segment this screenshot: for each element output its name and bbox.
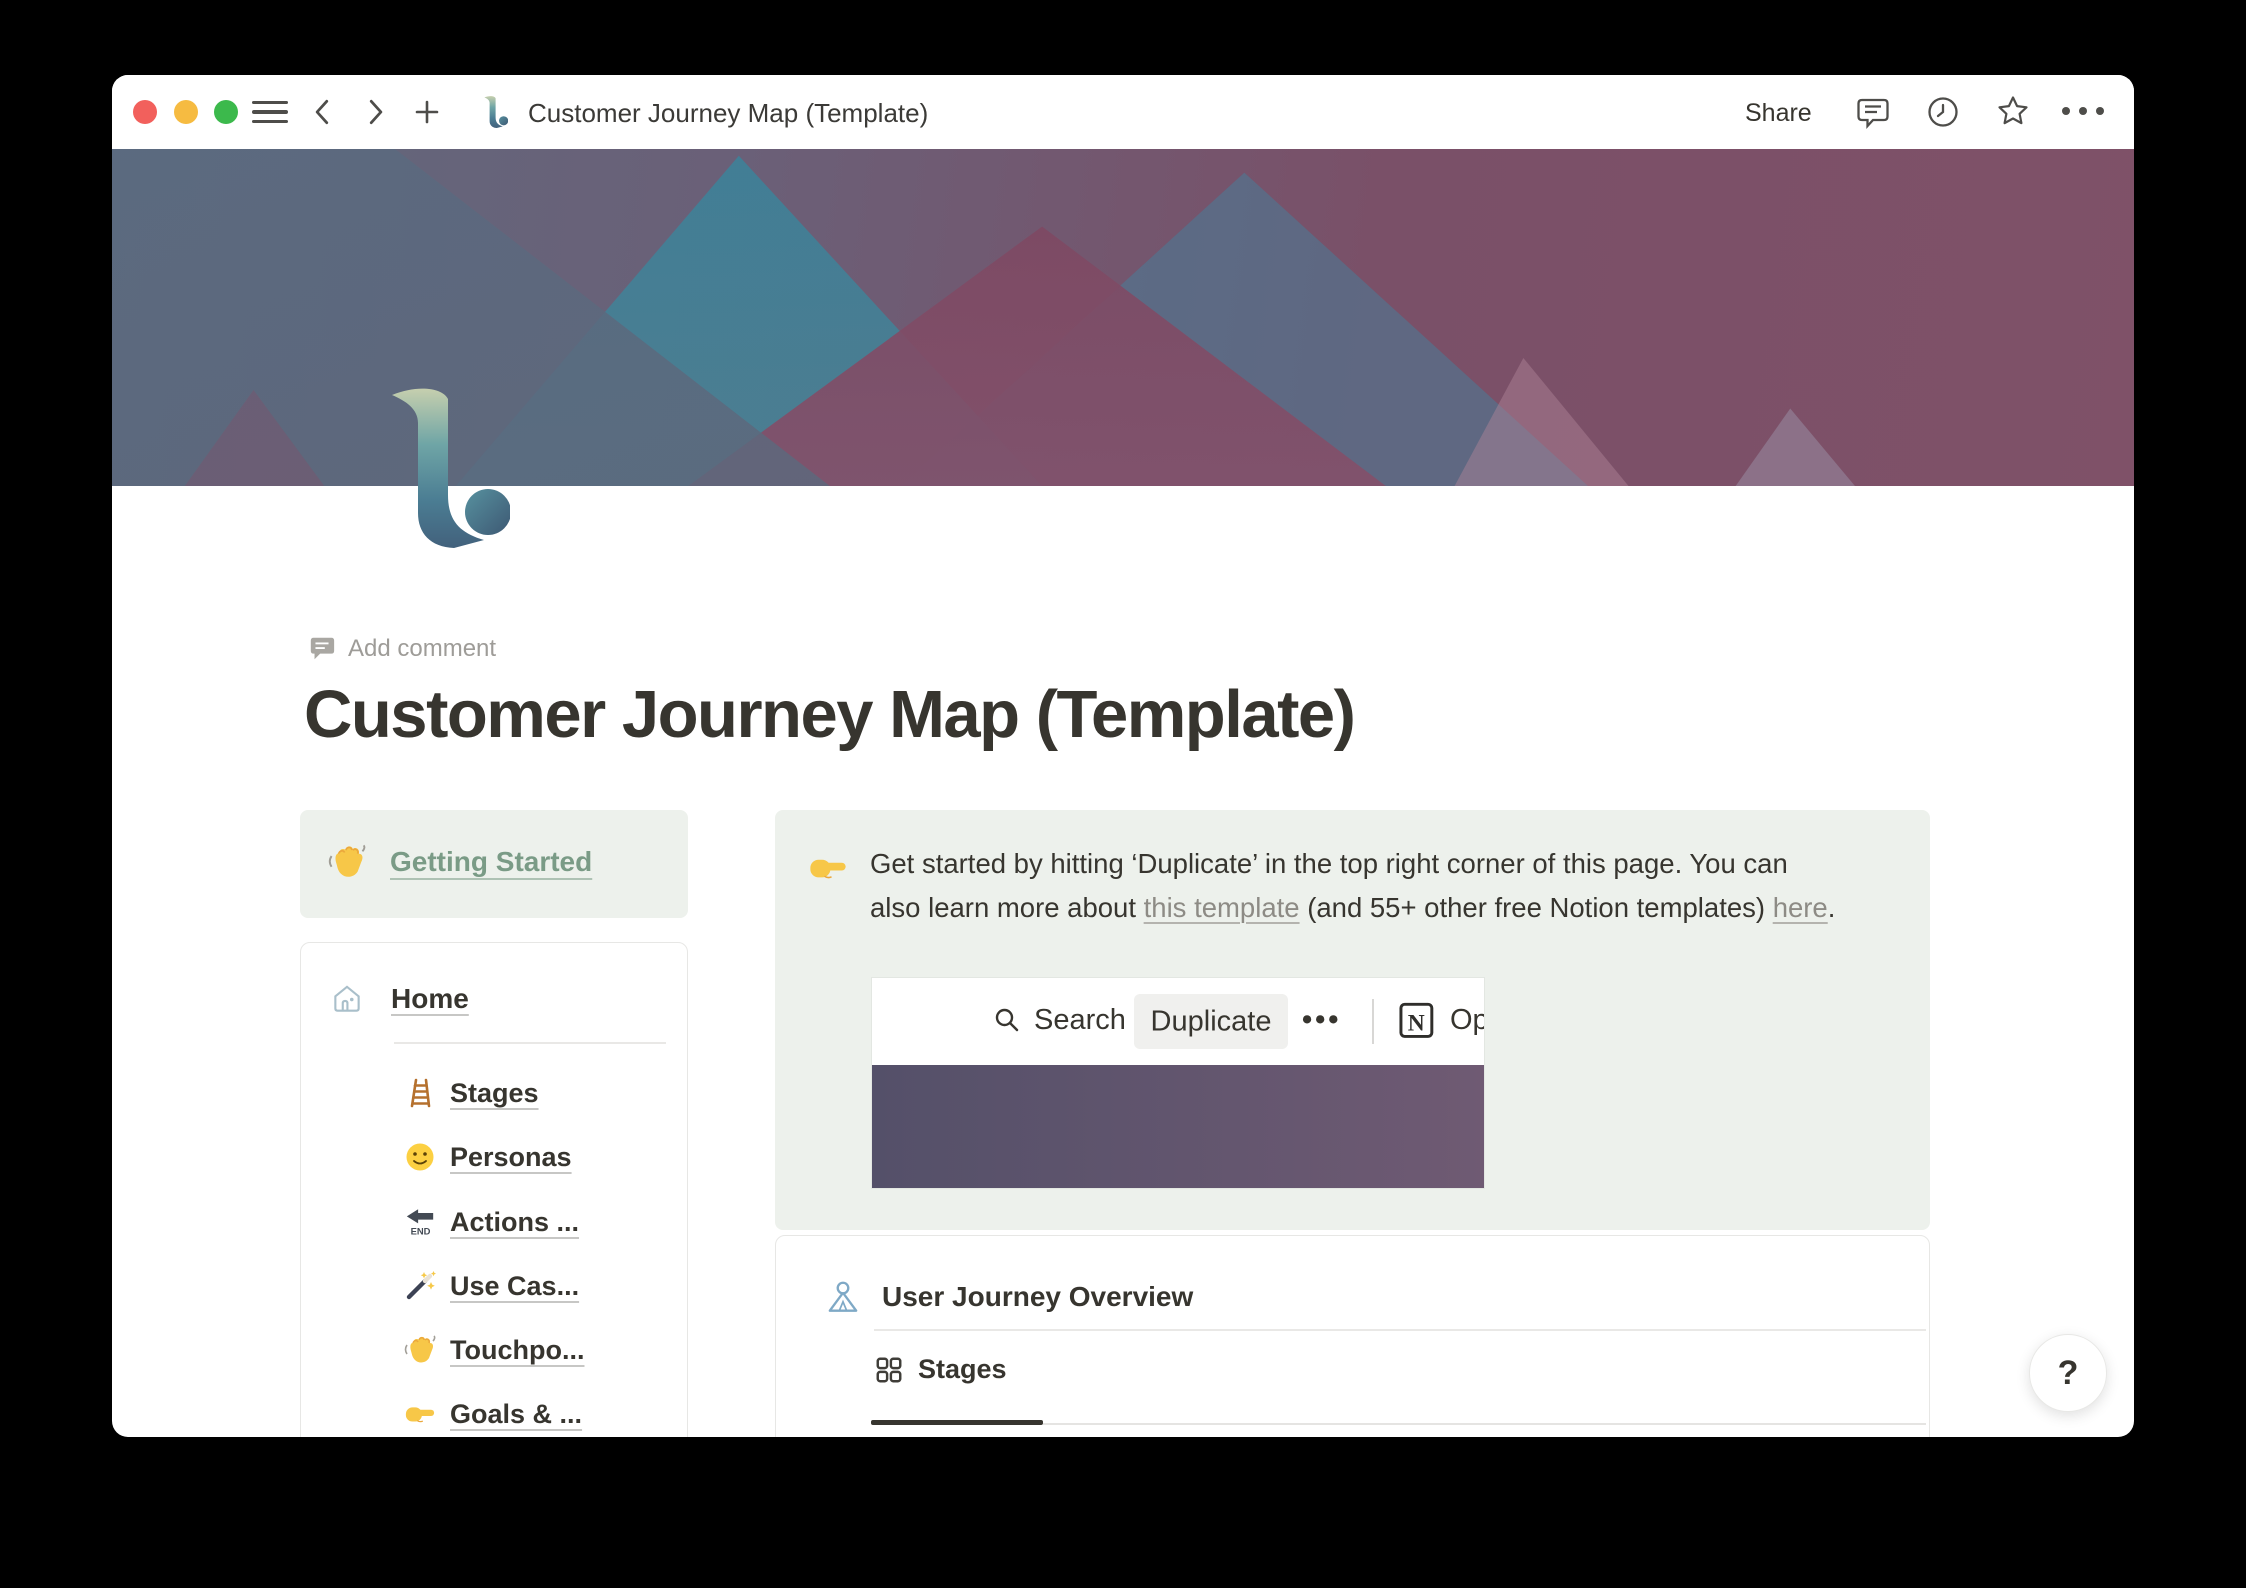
back-icon[interactable] bbox=[308, 97, 338, 127]
divider bbox=[394, 1042, 666, 1044]
search-icon bbox=[995, 1008, 1019, 1032]
ladder-emoji-icon bbox=[410, 1078, 431, 1108]
callout-line2-end: . bbox=[1827, 892, 1836, 923]
tab-stages-label: Stages bbox=[918, 1354, 1007, 1384]
page-icon-logo bbox=[484, 96, 508, 128]
divider bbox=[1372, 999, 1374, 1044]
callout-line2-middle: (and 55+ other free Notion templates) bbox=[1299, 892, 1773, 923]
updates-clock-icon[interactable] bbox=[1926, 95, 1960, 129]
embed-toolbar-image: Search Duplicate ••• N Op bbox=[872, 978, 1484, 1065]
page-link-actions[interactable]: END Actions ... bbox=[404, 1202, 579, 1242]
traffic-light-zoom[interactable] bbox=[214, 100, 238, 124]
sidebar-toggle-icon[interactable] bbox=[252, 101, 288, 123]
page-link-stages[interactable]: Stages bbox=[404, 1073, 539, 1113]
divider bbox=[874, 1329, 1926, 1331]
screenshot-embed[interactable]: Search Duplicate ••• N Op bbox=[872, 978, 1484, 1188]
page-link-goals[interactable]: Goals & ... bbox=[404, 1394, 582, 1434]
home-link-row[interactable]: Home bbox=[329, 981, 469, 1017]
link-this-template[interactable]: this template bbox=[1144, 892, 1300, 923]
embed-search-label: Search bbox=[1034, 1004, 1126, 1036]
wave-emoji-icon bbox=[328, 844, 366, 877]
smiley-emoji-icon bbox=[406, 1143, 434, 1171]
embed-open-label: Op bbox=[1450, 1004, 1484, 1036]
embed-cover-image bbox=[872, 1065, 1484, 1188]
page-link-label: Actions ... bbox=[450, 1206, 580, 1237]
overview-header[interactable]: User Journey Overview bbox=[824, 1278, 1193, 1316]
instruction-callout: Get started by hitting ‘Duplicate’ in th… bbox=[775, 810, 1930, 1230]
tab-bar-line bbox=[1043, 1423, 1926, 1425]
more-options-icon[interactable] bbox=[2062, 107, 2106, 117]
embed-duplicate-label: Duplicate bbox=[1150, 1005, 1272, 1037]
callout-line1: Get started by hitting ‘Duplicate’ in th… bbox=[870, 848, 1788, 879]
getting-started-callout: Getting Started bbox=[300, 810, 688, 918]
page-link-label: Use Cas... bbox=[450, 1270, 580, 1301]
titlebar: Customer Journey Map (Template) Share bbox=[112, 75, 2134, 149]
gallery-grid-icon bbox=[876, 1357, 902, 1382]
page-link-touchpoints[interactable]: Touchpo... bbox=[404, 1330, 584, 1370]
window-title: Customer Journey Map (Template) bbox=[528, 98, 929, 128]
share-button[interactable]: Share bbox=[1745, 98, 1812, 128]
overview-title: User Journey Overview bbox=[882, 1281, 1194, 1312]
home-card: Home Stages Personas END Actions ... Use… bbox=[300, 942, 688, 1437]
embed-duplicate-button: Duplicate bbox=[1134, 994, 1288, 1049]
link-here[interactable]: here bbox=[1773, 892, 1828, 923]
help-button[interactable]: ? bbox=[2029, 1334, 2107, 1412]
page-link-label: Stages bbox=[450, 1077, 539, 1108]
embed-more-dots: ••• bbox=[1302, 1004, 1342, 1036]
home-link-label: Home bbox=[391, 983, 469, 1014]
notion-logo-icon: N bbox=[1399, 1002, 1434, 1038]
user-journey-overview-card: User Journey Overview Stages bbox=[775, 1235, 1930, 1437]
getting-started-link[interactable]: Getting Started bbox=[390, 846, 592, 878]
traffic-light-close[interactable] bbox=[133, 100, 157, 124]
new-tab-plus-icon[interactable] bbox=[412, 97, 442, 127]
notion-window: Customer Journey Map (Template) Share Ad… bbox=[112, 75, 2134, 1437]
comment-bubble-icon bbox=[310, 637, 335, 660]
workspace-logo bbox=[392, 388, 510, 548]
tab-stages[interactable]: Stages bbox=[874, 1354, 1007, 1385]
wave-emoji-icon bbox=[404, 1335, 436, 1363]
help-label: ? bbox=[2057, 1353, 2079, 1392]
end-arrow-emoji-icon: END bbox=[406, 1209, 434, 1237]
page-title[interactable]: Customer Journey Map (Template) bbox=[304, 676, 1356, 753]
page-link-label: Personas bbox=[450, 1141, 572, 1172]
point-right-emoji-icon bbox=[405, 1407, 435, 1423]
point-right-emoji-icon bbox=[810, 859, 846, 879]
add-comment-label: Add comment bbox=[348, 635, 497, 662]
magic-wand-emoji-icon bbox=[406, 1271, 436, 1300]
callout-line2-before: also learn more about bbox=[870, 892, 1144, 923]
notion-letter: N bbox=[1408, 1010, 1425, 1036]
page-link-use-cases[interactable]: Use Cas... bbox=[404, 1266, 579, 1306]
callout-text: Get started by hitting ‘Duplicate’ in th… bbox=[870, 842, 1900, 930]
favorite-star-icon[interactable] bbox=[1996, 94, 2030, 128]
add-comment-button[interactable]: Add comment bbox=[308, 635, 496, 663]
traffic-light-minimize[interactable] bbox=[174, 100, 198, 124]
active-tab-underline bbox=[871, 1420, 1043, 1425]
forward-icon[interactable] bbox=[360, 97, 390, 127]
home-icon bbox=[334, 985, 360, 1012]
page-link-label: Goals & ... bbox=[450, 1398, 583, 1429]
end-caption: END bbox=[411, 1226, 431, 1237]
person-triangle-icon bbox=[828, 1281, 858, 1312]
comments-icon[interactable] bbox=[1856, 95, 1890, 129]
page-link-personas[interactable]: Personas bbox=[404, 1137, 572, 1177]
page-link-label: Touchpo... bbox=[450, 1334, 585, 1365]
